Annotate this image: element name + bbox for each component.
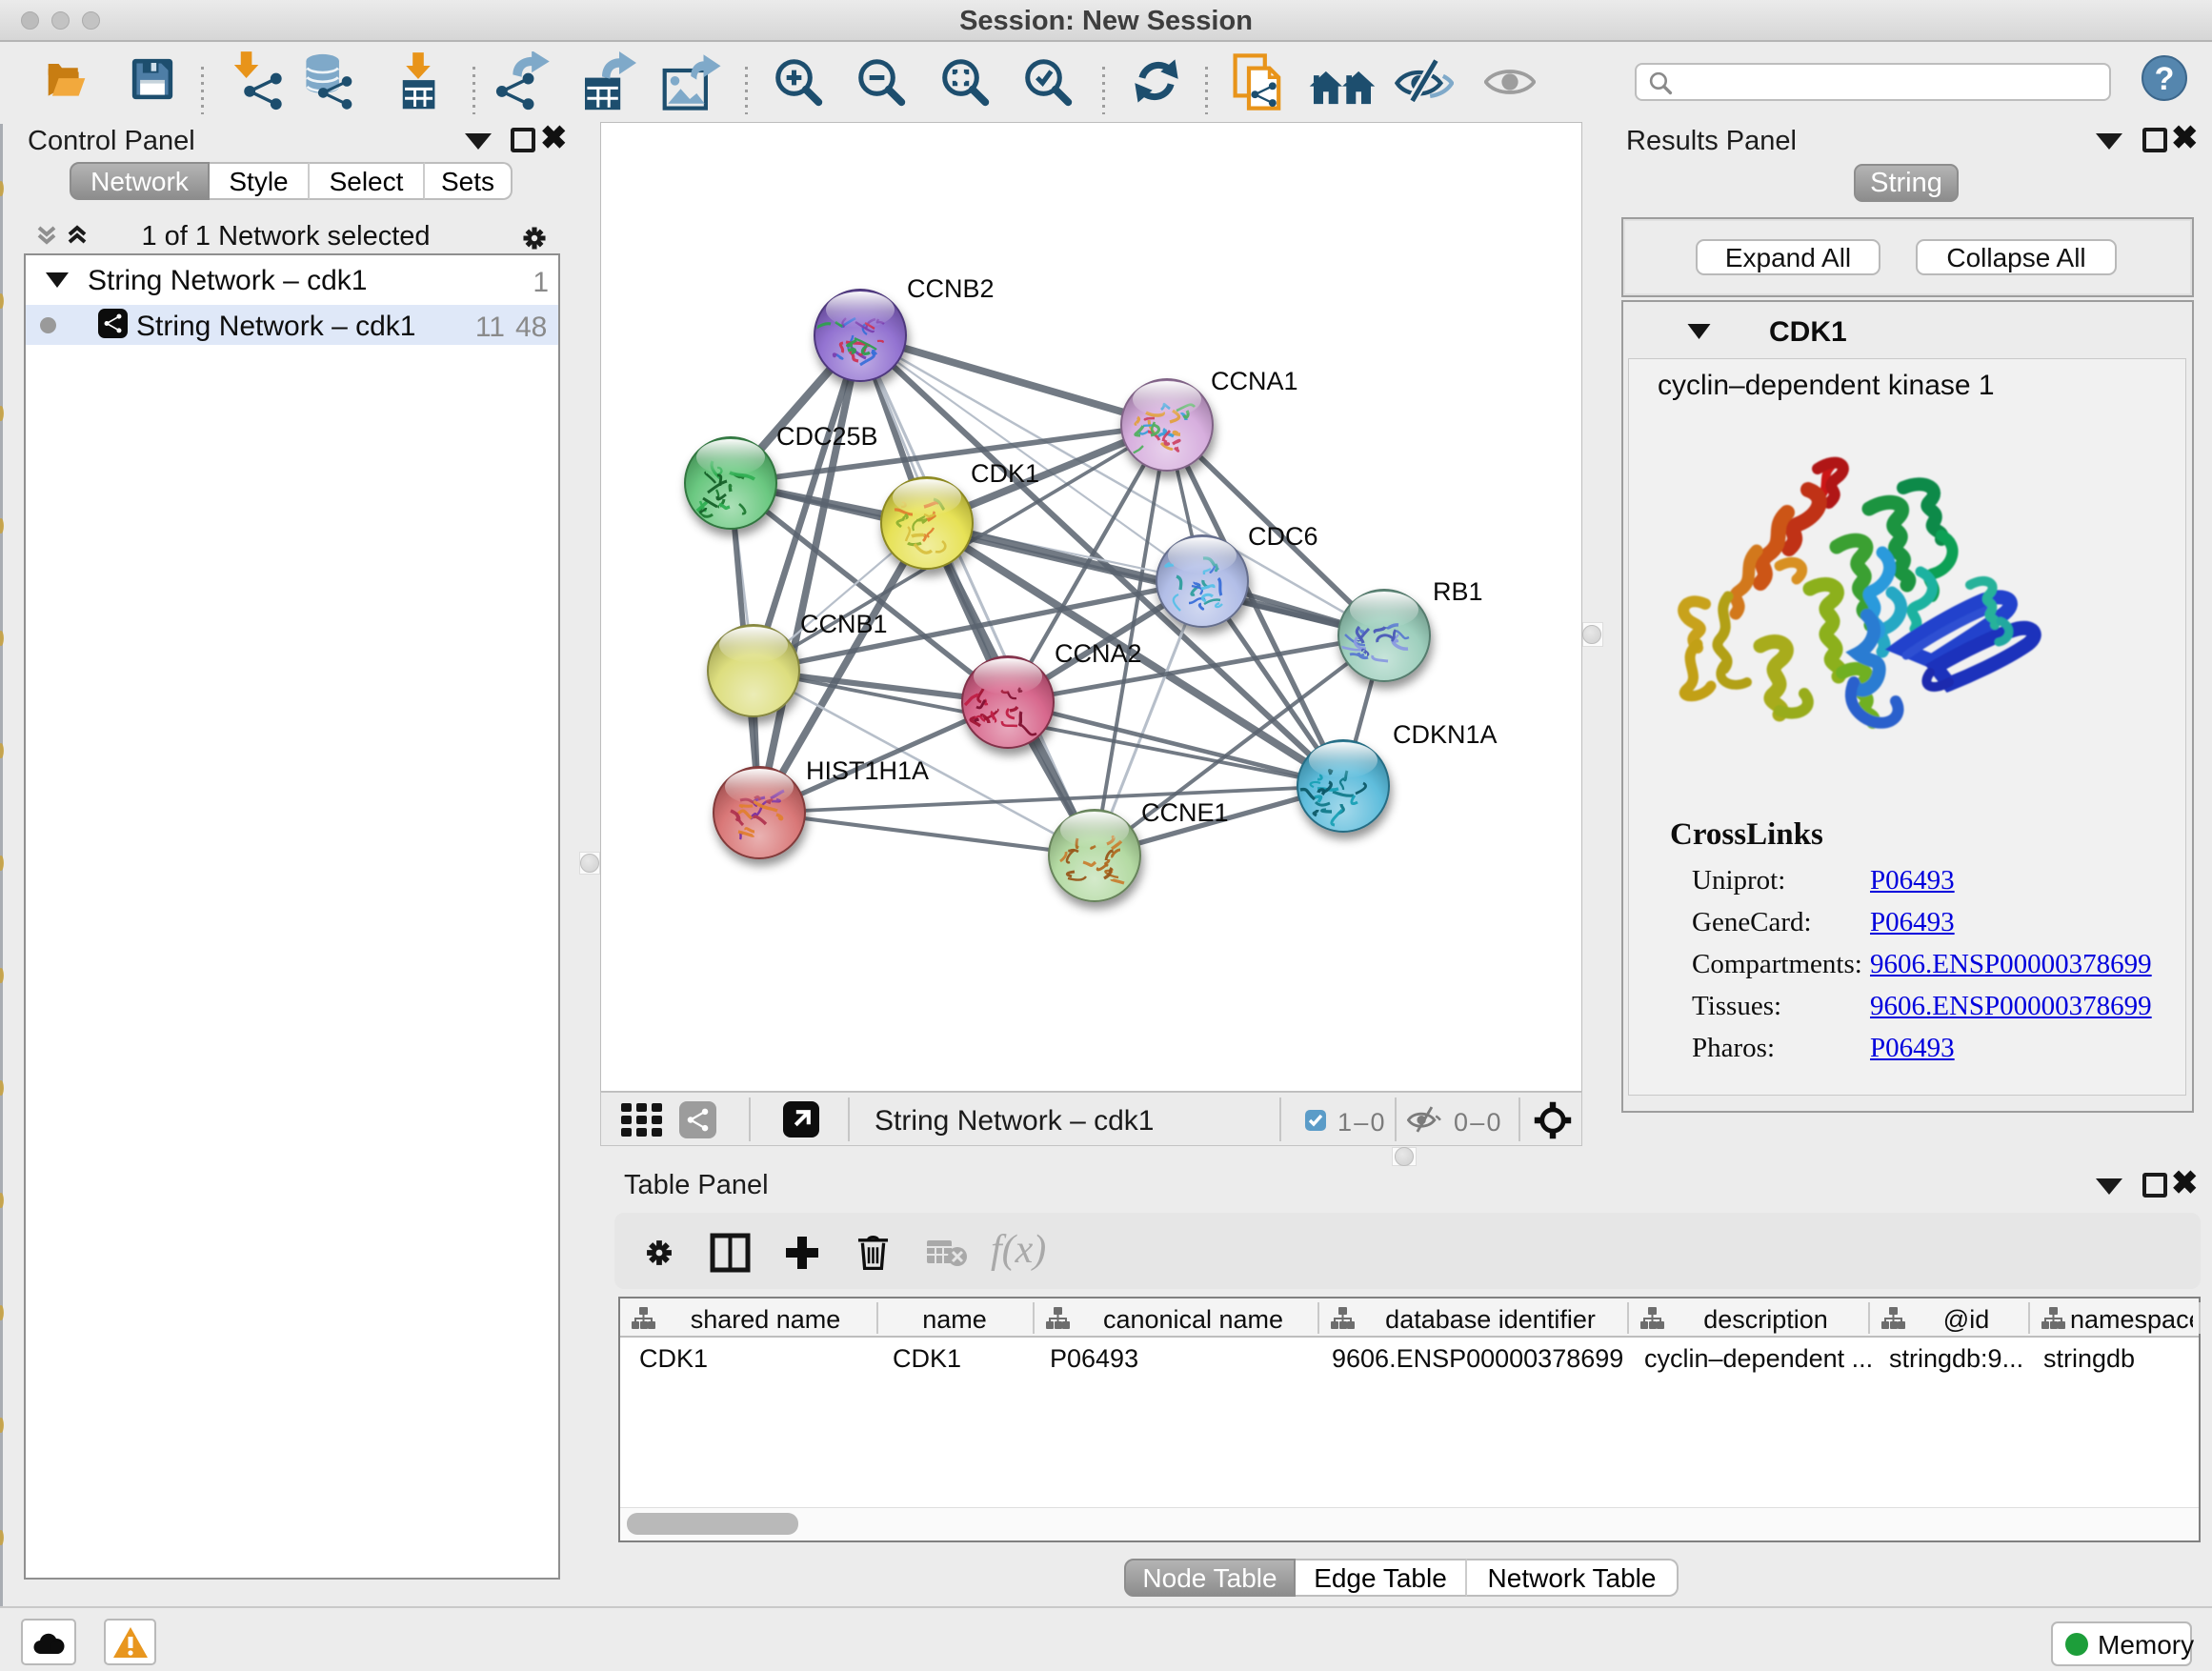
svg-text:RB1: RB1: [1433, 577, 1483, 606]
svg-text:CDC6: CDC6: [1248, 522, 1318, 551]
svg-text:CCNB2: CCNB2: [907, 274, 995, 303]
svg-text:CDK1: CDK1: [971, 459, 1039, 488]
svg-text:CCNB1: CCNB1: [800, 610, 888, 638]
svg-text:CDC25B: CDC25B: [776, 422, 878, 451]
svg-text:CDKN1A: CDKN1A: [1393, 720, 1498, 749]
svg-text:CCNE1: CCNE1: [1141, 798, 1229, 827]
svg-text:CCNA1: CCNA1: [1211, 367, 1298, 395]
svg-text:CCNA2: CCNA2: [1055, 639, 1142, 668]
svg-text:HIST1H1A: HIST1H1A: [806, 756, 929, 785]
